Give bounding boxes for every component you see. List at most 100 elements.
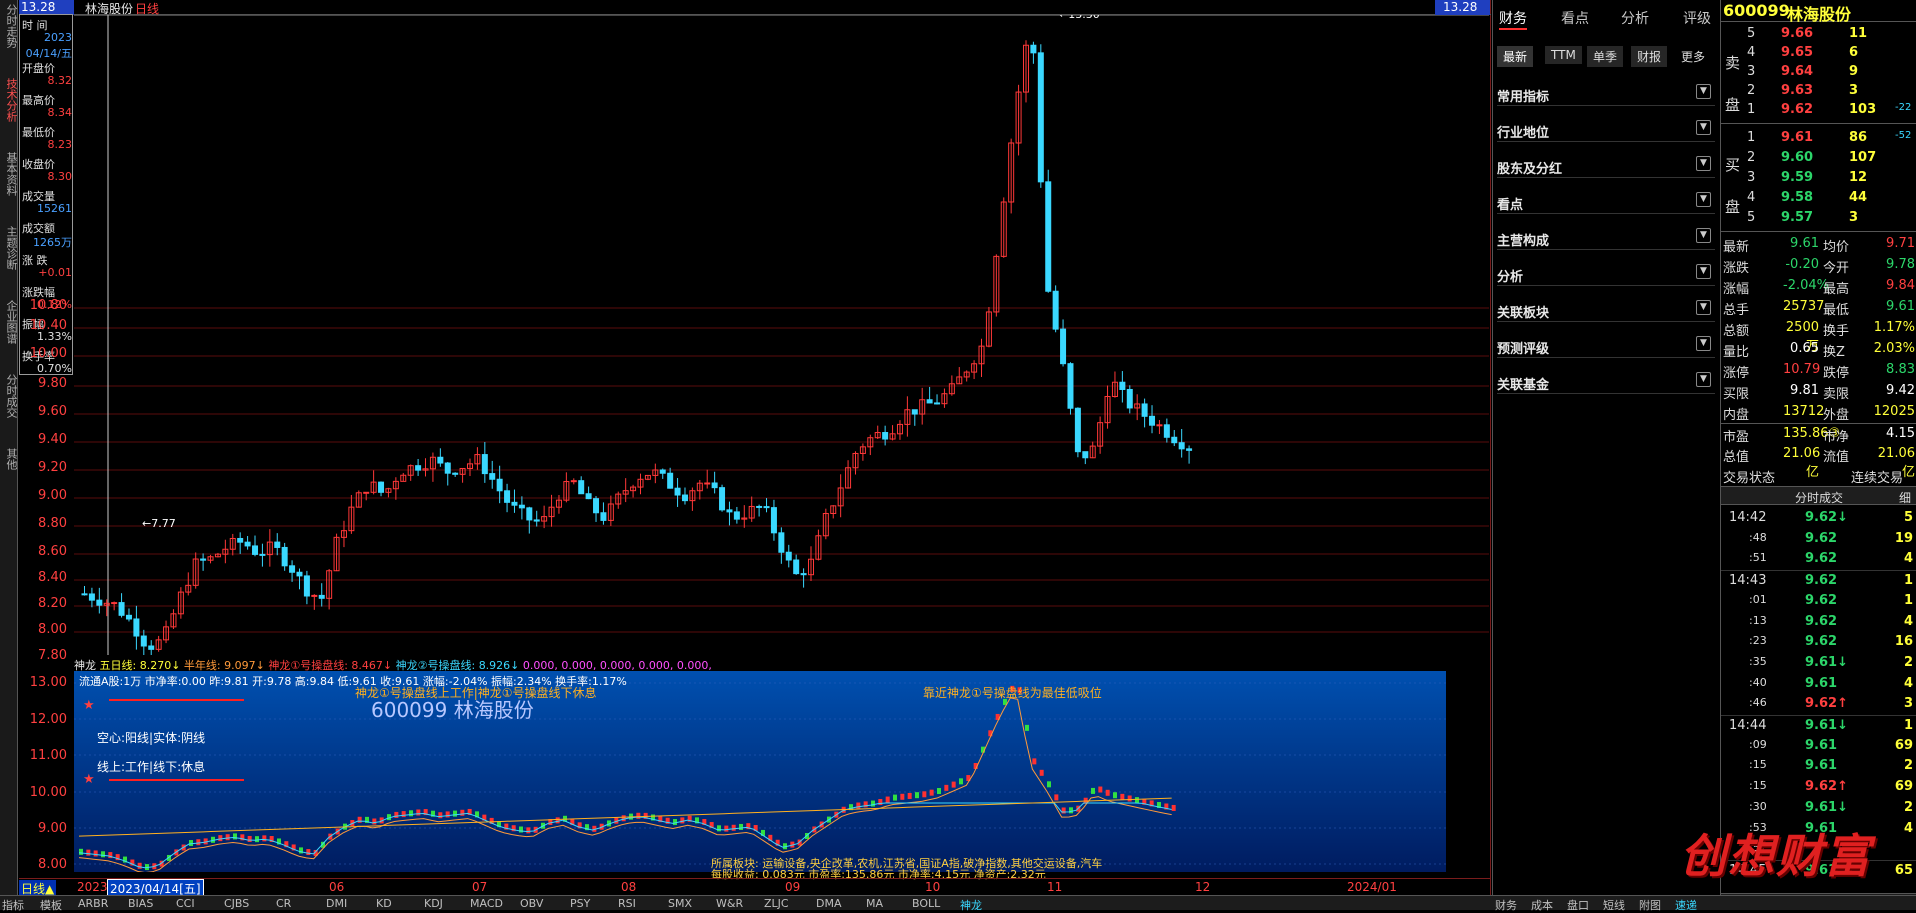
tab-theme[interactable]: 主题诊断 [1,226,18,270]
subtab-ttm[interactable]: TTM [1545,46,1582,64]
tick-time: :09 [1749,737,1767,751]
candle [578,476,585,495]
bid-price: 9.57 [1781,210,1814,225]
main-chart-area[interactable]: 林海股份 日线 13.28 13.28 时 间 2023 04/14/五 开盘价… [19,0,1491,898]
lower-indicator-panel[interactable] [74,671,1446,874]
indicator-tab[interactable]: PSY [570,897,590,910]
section-business[interactable]: 主营构成 ▼ [1497,224,1715,250]
stat-value: 8.83 [1886,362,1915,377]
tab-subchart[interactable]: 附图 [1639,897,1661,913]
candle [719,484,726,512]
tab-analysis[interactable]: 分析 [1621,8,1649,28]
indicator-tab[interactable]: CR [276,897,291,910]
subtab-report[interactable]: 财报 [1631,46,1668,67]
section-shareholders[interactable]: 股东及分红 ▼ [1497,152,1715,178]
tab-highlights[interactable]: 看点 [1561,8,1589,28]
tab-express[interactable]: 速递 [1675,897,1697,913]
section-highlights[interactable]: 看点 ▼ [1497,188,1715,214]
section-label: 行业地位 [1497,126,1550,141]
indicator-tab[interactable]: MA [866,897,883,910]
indicator-bar [944,784,949,791]
indicator-bar [101,851,105,858]
indicator-tab[interactable]: ARBR [78,897,108,910]
bid-price: 9.59 [1781,170,1814,185]
stock-code: 600099 [1723,1,1790,20]
bid-row: 3 9.59 12 [1721,168,1916,187]
tab-cost[interactable]: 成本 [1531,897,1553,913]
chevron-down-icon[interactable]: ▼ [1696,264,1711,279]
chevron-down-icon[interactable]: ▼ [1696,336,1711,351]
tab-technical[interactable]: 技术分析 [1,78,18,122]
subtab-latest[interactable]: 最新 [1497,46,1534,67]
indicator-tab[interactable]: 指标 [2,897,24,913]
section-industry[interactable]: 行业地位 ▼ [1497,116,1715,142]
indicator-tab[interactable]: DMI [326,897,347,910]
chevron-down-icon[interactable]: ▼ [1696,120,1711,135]
indicator-tab[interactable]: KD [376,897,392,910]
indicator-tab[interactable]: KDJ [424,897,443,910]
candle [756,504,763,517]
section-analysis[interactable]: 分析 ▼ [1497,260,1715,286]
price-axis-label: 8.40 [38,570,67,585]
tab-rating[interactable]: 评级 [1683,8,1711,28]
subtab-more[interactable]: 更多 [1675,46,1711,67]
indicator-tab[interactable]: OBV [520,897,543,910]
tick-price: 9.62 [1805,613,1838,629]
section-common-indicators[interactable]: 常用指标 ▼ [1497,80,1715,106]
indicator-tab[interactable]: 神龙 [960,897,982,913]
chevron-down-icon[interactable]: ▼ [1696,192,1711,207]
indicator-bar [394,811,399,818]
chevron-down-icon[interactable]: ▼ [1696,300,1711,315]
tick-volume: 5 [1903,510,1913,525]
indicator-tab[interactable]: BOLL [912,897,940,910]
section-related-sectors[interactable]: 关联板块 ▼ [1497,296,1715,322]
indicator-tab[interactable]: CJBS [224,897,249,910]
indicator-tab[interactable]: 模板 [40,897,62,913]
section-forecast[interactable]: 预测评级 ▼ [1497,332,1715,358]
chevron-down-icon[interactable]: ▼ [1696,228,1711,243]
month-tick: 11 [1047,880,1063,894]
bid-volume: 12 [1849,170,1868,185]
tick-price: 9.62↑ [1805,696,1848,712]
indicator-tab[interactable]: RSI [618,897,636,910]
tab-other[interactable]: 其他 [1,448,18,470]
chevron-down-icon[interactable]: ▼ [1696,372,1711,387]
tab-finance[interactable]: 财务 [1495,897,1517,913]
tab-intraday[interactable]: 分时走势 [1,4,18,48]
section-funds[interactable]: 关联基金 ▼ [1497,368,1715,394]
price-axis-label: 10.40 [29,318,67,333]
subtab-quarter[interactable]: 单季 [1587,46,1624,67]
indicator-bar [255,836,259,843]
indicator-bar [1069,807,1073,814]
indicator-bar [937,788,941,795]
stat-row: 涨停 10.79 跌停 8.83 [1721,360,1916,381]
indicator-tab[interactable]: W&R [716,897,743,910]
candle [1186,445,1193,464]
tab-finance[interactable]: 财务 [1499,8,1527,30]
lower-axis-label: 8.00 [38,857,67,872]
indicator-tab[interactable]: CCI [176,897,195,910]
candle [896,420,903,440]
peak-label: ←13.30 [1059,15,1100,21]
tab-orderbook[interactable]: 盘口 [1567,897,1589,913]
ticks-detail-button[interactable]: 细 [1899,489,1911,506]
tab-company-map[interactable]: 企业图谱 [1,300,18,344]
tab-trades[interactable]: 分时成交 [1,374,18,418]
indicator-tab[interactable]: ZLJC [764,897,789,910]
chevron-down-icon[interactable]: ▼ [1696,84,1711,99]
indicator-tab[interactable]: BIAS [128,897,153,910]
tab-shortline[interactable]: 短线 [1603,897,1625,913]
price-axis-label: 8.00 [38,622,67,637]
price-axis-label: 10.00 [29,346,67,361]
indicator-tab[interactable]: DMA [816,897,842,910]
candlestick-chart[interactable]: ←13.30 ←7.77 [74,15,1489,655]
chevron-down-icon[interactable]: ▼ [1696,156,1711,171]
indicator-tab[interactable]: MACD [470,897,503,910]
tick-time: :15 [1749,758,1767,772]
tab-basic[interactable]: 基本资料 [1,152,18,196]
indicator-bar [878,799,883,806]
indicator-tab[interactable]: SMX [668,897,692,910]
candle [741,505,748,528]
tick-price: 9.61↓ [1805,718,1848,733]
legend-hollow: 空心:阳线|实体:阴线 [97,731,206,745]
